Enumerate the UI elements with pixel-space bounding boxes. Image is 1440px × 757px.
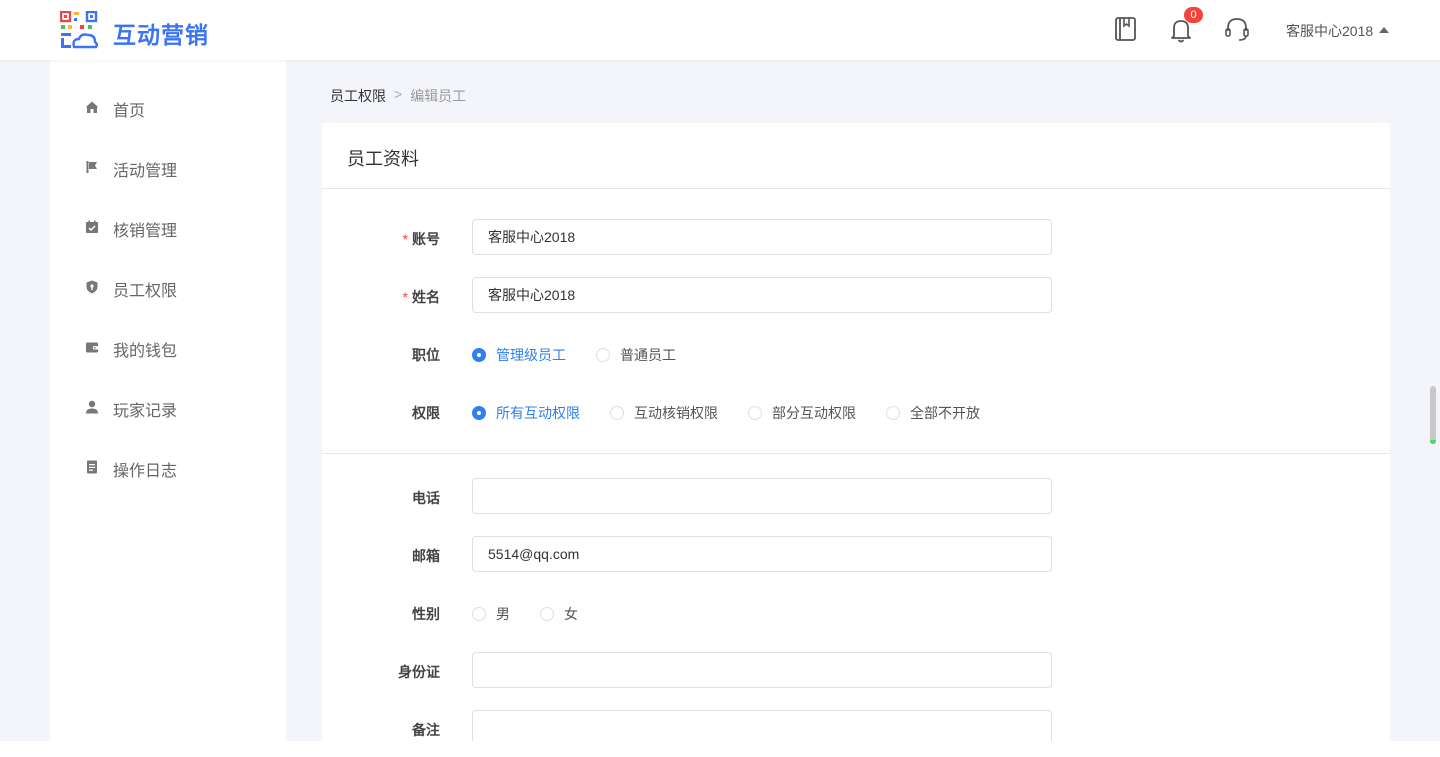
name-input[interactable] <box>472 277 1052 313</box>
breadcrumb: 员工权限 > 编辑员工 <box>330 86 466 106</box>
phone-input[interactable] <box>472 478 1052 514</box>
breadcrumb-current: 编辑员工 <box>410 88 467 104</box>
radio-dot <box>472 348 486 362</box>
permission-label: 权限 <box>412 405 440 421</box>
radio-dot <box>748 406 762 420</box>
id-card-label: 身份证 <box>398 664 440 680</box>
sidebar-item-label: 活动管理 <box>113 163 178 180</box>
remark-input[interactable] <box>472 710 1052 741</box>
sidebar-item-label: 员工权限 <box>113 283 178 300</box>
page-scrollbar[interactable] <box>1430 386 1436 444</box>
radio-dot <box>472 607 486 621</box>
permission-radio-all[interactable]: 所有互动权限 <box>472 403 580 423</box>
required-mark: * <box>402 231 408 247</box>
wallet-icon <box>86 342 98 353</box>
position-radio-regular[interactable]: 普通员工 <box>596 345 676 365</box>
sidebar: 首页 活动管理 核销管理 员工权限 我的钱包 玩家记录 操作日志 <box>50 60 286 741</box>
radio-dot <box>610 406 624 420</box>
id-card-input[interactable] <box>472 652 1052 688</box>
name-label: * 姓名 <box>402 289 440 305</box>
home-icon <box>86 101 98 113</box>
sidebar-item-operation-log[interactable]: 操作日志 <box>50 447 286 487</box>
brand-name: 互动营销 <box>113 22 209 48</box>
radio-dot <box>886 406 900 420</box>
headset-icon[interactable] <box>1222 14 1252 44</box>
account-input[interactable] <box>472 219 1052 255</box>
calendar-check-icon <box>86 220 98 233</box>
staff-info-card: 员工资料 *账号 *姓名 职位 管理级员工 普通员工 权限 所有互动权限 互动核… <box>322 123 1390 741</box>
phone-label: 电话 <box>412 490 440 506</box>
sidebar-item-label: 玩家记录 <box>113 403 178 420</box>
shield-icon <box>86 280 98 294</box>
sidebar-item-label: 操作日志 <box>113 463 178 480</box>
user-menu[interactable]: 客服中心2018 <box>1286 21 1390 41</box>
email-label: 邮箱 <box>412 548 440 564</box>
document-icon <box>87 460 97 474</box>
logo-icon <box>60 11 98 49</box>
sidebar-item-staff-permission[interactable]: 员工权限 <box>50 267 286 307</box>
permission-radio-partial[interactable]: 部分互动权限 <box>748 403 856 423</box>
position-label: 职位 <box>412 347 440 363</box>
permission-radio-verification[interactable]: 互动核销权限 <box>610 403 718 423</box>
flag-icon <box>86 161 97 173</box>
gender-radio-female[interactable]: 女 <box>540 604 578 624</box>
account-label: * 账号 <box>402 231 440 247</box>
divider <box>322 188 1390 189</box>
position-radio-manager[interactable]: 管理级员工 <box>472 345 566 365</box>
user-icon <box>86 400 98 414</box>
sidebar-item-label: 首页 <box>113 103 146 120</box>
breadcrumb-separator: > <box>394 86 403 102</box>
top-bar: 互动营销 0 客服中心2018 <box>0 0 1440 60</box>
caret-up-icon <box>1379 27 1390 33</box>
user-name: 客服中心2018 <box>1286 23 1374 39</box>
email-input[interactable] <box>472 536 1052 572</box>
divider <box>322 453 1390 454</box>
sidebar-item-activity[interactable]: 活动管理 <box>50 147 286 187</box>
sidebar-item-label: 我的钱包 <box>113 343 178 360</box>
permission-radio-none[interactable]: 全部不开放 <box>886 403 980 423</box>
sidebar-item-home[interactable]: 首页 <box>50 87 286 127</box>
sidebar-item-player-records[interactable]: 玩家记录 <box>50 387 286 427</box>
card-title: 员工资料 <box>347 149 419 169</box>
gender-radio-male[interactable]: 男 <box>472 604 510 624</box>
radio-dot <box>472 406 486 420</box>
sidebar-item-verification[interactable]: 核销管理 <box>50 207 286 247</box>
remark-label: 备注 <box>412 722 440 738</box>
gender-label: 性别 <box>412 606 440 622</box>
breadcrumb-parent-link[interactable]: 员工权限 <box>330 86 386 106</box>
radio-dot <box>596 348 610 362</box>
sidebar-item-wallet[interactable]: 我的钱包 <box>50 327 286 367</box>
radio-dot <box>540 607 554 621</box>
book-icon[interactable] <box>1110 14 1140 44</box>
notification-badge: 0 <box>1184 7 1203 23</box>
sidebar-item-label: 核销管理 <box>113 223 178 240</box>
required-mark: * <box>402 289 408 305</box>
